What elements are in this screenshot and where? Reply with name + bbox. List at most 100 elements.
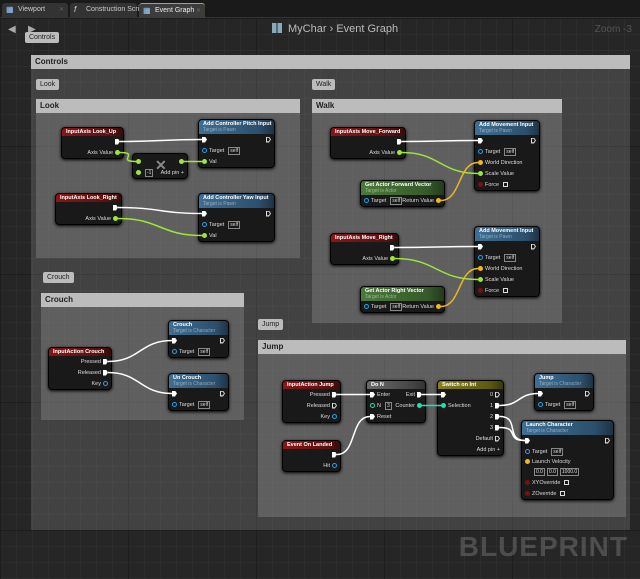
obj-pin-icon[interactable] bbox=[332, 414, 337, 419]
float-pin-icon[interactable] bbox=[390, 256, 395, 261]
float-pin-icon[interactable] bbox=[397, 150, 402, 155]
exec-pin-icon[interactable] bbox=[172, 390, 177, 397]
float-pin-icon[interactable] bbox=[179, 159, 184, 164]
back-arrow-icon[interactable]: ◀ bbox=[8, 24, 16, 35]
float-pin-icon[interactable] bbox=[202, 233, 207, 238]
obj-pin-icon[interactable] bbox=[172, 402, 177, 407]
default-value-input[interactable]: self bbox=[551, 447, 564, 456]
float-pin-icon[interactable] bbox=[115, 150, 120, 155]
bool-pin-icon[interactable] bbox=[525, 480, 530, 485]
exec-pin-icon[interactable] bbox=[172, 337, 177, 344]
float-pin-icon[interactable] bbox=[113, 216, 118, 221]
bool-pin-icon[interactable] bbox=[525, 491, 530, 496]
checkbox[interactable] bbox=[564, 480, 570, 485]
vector-component-input[interactable]: 0.0 bbox=[534, 467, 545, 476]
default-value-input[interactable]: -1 bbox=[145, 168, 154, 177]
node-switch[interactable]: Switch on Int 0 Selection 1 2 3 Default Add pin… bbox=[437, 380, 504, 456]
node-yaw[interactable]: Add Controller Yaw Input Target is Pawn Ta… bbox=[198, 193, 275, 242]
node-jump[interactable]: Jump Target is Character Target self bbox=[534, 373, 594, 411]
default-value-input[interactable]: self bbox=[228, 220, 241, 229]
exec-pin-icon[interactable] bbox=[495, 413, 500, 420]
vec-pin-icon[interactable] bbox=[436, 304, 441, 309]
exec-pin-icon[interactable] bbox=[495, 424, 500, 431]
exec-pin-icon[interactable] bbox=[103, 369, 108, 376]
exec-pin-icon[interactable] bbox=[495, 402, 500, 409]
node-move-fwd[interactable]: InputAxis Move_Forward Axis Value bbox=[330, 127, 406, 159]
exec-pin-icon[interactable] bbox=[113, 204, 118, 211]
tab-construction-script[interactable]: f Construction Script bbox=[70, 3, 145, 18]
obj-pin-icon[interactable] bbox=[478, 149, 483, 154]
obj-pin-icon[interactable] bbox=[525, 449, 530, 454]
node-add-pin[interactable]: ✕ -1 Add pin + bbox=[132, 153, 188, 179]
default-value-input[interactable]: self bbox=[504, 147, 517, 156]
exec-pin-icon[interactable] bbox=[202, 136, 207, 143]
tab-viewport[interactable]: ▦ Viewport ✕ bbox=[2, 3, 68, 18]
into-pin-icon[interactable] bbox=[370, 403, 375, 408]
exec-pin-icon[interactable] bbox=[397, 138, 402, 145]
node-ia-crouch[interactable]: InputAction Crouch Pressed Released Key bbox=[48, 347, 112, 390]
default-value-input[interactable]: self bbox=[504, 253, 517, 262]
node-uncrouch[interactable]: Un Crouch Target is Character Target self bbox=[168, 373, 229, 411]
exec-pin-icon[interactable] bbox=[370, 391, 375, 398]
float-pin-icon[interactable] bbox=[478, 277, 483, 282]
obj-pin-icon[interactable] bbox=[103, 381, 108, 386]
float-pin-icon[interactable] bbox=[202, 159, 207, 164]
checkbox[interactable] bbox=[560, 491, 566, 496]
breadcrumb-root[interactable]: MyChar bbox=[288, 23, 327, 35]
close-icon[interactable]: ✕ bbox=[59, 6, 64, 13]
comment-bubble-controls[interactable]: Controls bbox=[25, 32, 60, 43]
node-add-move2[interactable]: Add Movement Input Target is Pawn Target se… bbox=[474, 226, 540, 297]
exec-pin-icon[interactable] bbox=[585, 390, 590, 397]
exec-pin-icon[interactable] bbox=[266, 136, 271, 143]
exec-pin-icon[interactable] bbox=[531, 137, 536, 144]
exec-pin-icon[interactable] bbox=[332, 391, 337, 398]
exec-pin-icon[interactable] bbox=[495, 391, 500, 398]
default-value-input[interactable]: self bbox=[228, 146, 241, 155]
obj-pin-icon[interactable] bbox=[478, 255, 483, 260]
node-look-right[interactable]: InputAxis Look_Right Axis Value bbox=[55, 193, 122, 225]
exec-pin-icon[interactable] bbox=[538, 390, 543, 397]
default-value-input[interactable]: self bbox=[564, 400, 577, 409]
default-value-input[interactable]: self bbox=[390, 196, 403, 205]
comment-bubble-crouch[interactable]: Crouch bbox=[43, 272, 74, 283]
exec-pin-icon[interactable] bbox=[220, 390, 225, 397]
exec-pin-icon[interactable] bbox=[478, 137, 483, 144]
bool-pin-icon[interactable] bbox=[478, 182, 483, 187]
int-pin-icon[interactable] bbox=[441, 403, 446, 408]
node-get-fwd[interactable]: Get Actor Forward Vector Target is Actor T… bbox=[360, 180, 445, 207]
exec-pin-icon[interactable] bbox=[266, 210, 271, 217]
exec-pin-icon[interactable] bbox=[478, 243, 483, 250]
obj-pin-icon[interactable] bbox=[202, 222, 207, 227]
node-crouch[interactable]: Crouch Target is Character Target self bbox=[168, 320, 229, 358]
exec-pin-icon[interactable] bbox=[525, 437, 530, 444]
comment-bubble-jump[interactable]: Jump bbox=[258, 319, 284, 330]
checkbox[interactable] bbox=[503, 182, 509, 187]
exec-pin-icon[interactable] bbox=[390, 244, 395, 251]
exec-pin-icon[interactable] bbox=[370, 413, 375, 420]
vector-component-input[interactable]: 0.0 bbox=[546, 467, 558, 476]
obj-pin-icon[interactable] bbox=[172, 349, 177, 354]
default-value-input[interactable]: self bbox=[390, 302, 403, 311]
exec-pin-icon[interactable] bbox=[115, 138, 120, 145]
vec-pin-icon[interactable] bbox=[478, 160, 483, 165]
exec-pin-icon[interactable] bbox=[103, 358, 108, 365]
node-look-up[interactable]: InputAxis Look_Up Axis Value bbox=[61, 127, 124, 159]
comment-bubble-walk[interactable]: Walk bbox=[312, 79, 336, 90]
exec-pin-icon[interactable] bbox=[417, 391, 422, 398]
node-add-move1[interactable]: Add Movement Input Target is Pawn Target se… bbox=[474, 120, 540, 191]
node-launch[interactable]: Launch Character Target is Character Targe… bbox=[521, 420, 614, 500]
obj-pin-icon[interactable] bbox=[364, 198, 369, 203]
vector-component-input[interactable]: 1000.0 bbox=[559, 467, 580, 476]
vec-pin-icon[interactable] bbox=[436, 198, 441, 203]
obj-pin-icon[interactable] bbox=[202, 148, 207, 153]
obj-pin-icon[interactable] bbox=[364, 304, 369, 309]
node-move-right[interactable]: InputAxis Move_Right Axis Value bbox=[330, 233, 399, 265]
exec-pin-icon[interactable] bbox=[332, 402, 337, 409]
node-do-n[interactable]: Do N Enter Exit N 3 Counter Reset bbox=[366, 380, 426, 423]
default-value-input[interactable]: self bbox=[198, 347, 211, 356]
vecv-pin-icon[interactable] bbox=[525, 459, 530, 464]
float-pin-icon[interactable] bbox=[136, 170, 141, 175]
exec-pin-icon[interactable] bbox=[332, 451, 337, 458]
bool-pin-icon[interactable] bbox=[478, 288, 483, 293]
node-get-right[interactable]: Get Actor Right Vector Target is Actor Tar… bbox=[360, 286, 445, 313]
